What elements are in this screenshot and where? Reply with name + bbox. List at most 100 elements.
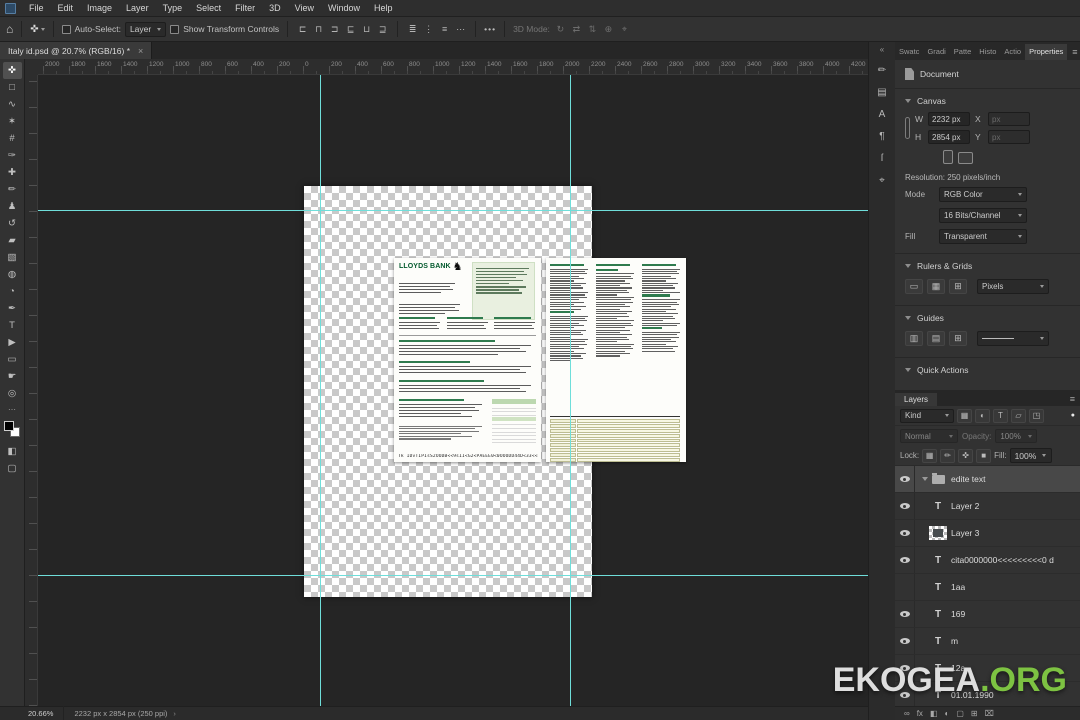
align-vertical-centers-icon[interactable]: ⊔: [360, 24, 373, 35]
screen-mode-icon[interactable]: ▢: [3, 460, 22, 477]
3d-scale-icon[interactable]: ⌖: [618, 24, 631, 35]
fill-opacity-dropdown[interactable]: 100%: [1009, 448, 1052, 463]
menu-select[interactable]: Select: [189, 3, 228, 13]
menu-layer[interactable]: Layer: [119, 3, 156, 13]
align-more-options-icon[interactable]: ⋯: [454, 24, 467, 35]
new-layer-icon[interactable]: ⊞: [971, 709, 978, 718]
align-bottom-edges-icon[interactable]: ⊒: [376, 24, 389, 35]
lock-image-pixels-icon[interactable]: ✏: [940, 448, 956, 463]
panel-tab-actio[interactable]: Actio: [1000, 44, 1025, 60]
layer-effects-icon[interactable]: fx: [917, 709, 923, 718]
portrait-orientation-button[interactable]: [943, 150, 953, 164]
new-guide-layout-icon[interactable]: ▥: [905, 331, 923, 346]
lasso-tool[interactable]: ∿: [3, 96, 22, 113]
zoom-tool[interactable]: ◎: [3, 385, 22, 402]
layer-row-edite-text[interactable]: edite text: [895, 466, 1080, 493]
auto-select-checkbox[interactable]: [61, 24, 71, 34]
collapse-panels-icon[interactable]: «: [880, 45, 884, 54]
panel-tab-gradi[interactable]: Gradi: [923, 44, 949, 60]
gradient-tool[interactable]: ▧: [3, 249, 22, 266]
layer-visibility-toggle[interactable]: [895, 628, 915, 654]
menu-view[interactable]: View: [288, 3, 321, 13]
toggle-grid-icon[interactable]: ▦: [927, 279, 945, 294]
link-layers-icon[interactable]: ∞: [904, 709, 910, 718]
link-dimensions-icon[interactable]: [905, 117, 910, 139]
brushes-panel-icon[interactable]: ✏: [878, 65, 886, 76]
type-tool[interactable]: T: [3, 317, 22, 334]
canvas-fill-dropdown[interactable]: Transparent: [939, 229, 1027, 244]
toggle-rulers-icon[interactable]: ▭: [905, 279, 923, 294]
layer-row-169[interactable]: T 169: [895, 601, 1080, 628]
canvas-width-input[interactable]: [928, 112, 970, 126]
close-tab-icon[interactable]: ×: [138, 46, 143, 56]
toolbar-more-icon[interactable]: ⋯: [8, 405, 16, 414]
lock-transparent-pixels-icon[interactable]: ▦: [922, 448, 938, 463]
layer-visibility-toggle[interactable]: [895, 601, 915, 627]
auto-select-target-dropdown[interactable]: Layer: [124, 21, 167, 37]
quick-selection-tool[interactable]: ✶: [3, 113, 22, 130]
distribute-horizontally-icon[interactable]: ≣: [406, 24, 419, 35]
opacity-dropdown[interactable]: 100%: [995, 429, 1038, 443]
home-icon[interactable]: ⌂: [6, 22, 13, 36]
clone-source-panel-icon[interactable]: ⌖: [879, 175, 885, 186]
marquee-tool[interactable]: □: [3, 79, 22, 96]
blend-mode-dropdown[interactable]: Normal: [900, 429, 958, 443]
layers-menu-icon[interactable]: ≡: [1065, 394, 1080, 406]
status-options-icon[interactable]: ›: [173, 709, 176, 718]
layer-visibility-toggle[interactable]: [895, 520, 915, 546]
pen-tool[interactable]: ✒: [3, 300, 22, 317]
layer-row-m[interactable]: Tm: [895, 628, 1080, 655]
layer-visibility-toggle[interactable]: [895, 493, 915, 519]
brush-settings-panel-icon[interactable]: ▤: [877, 87, 886, 98]
layer-row-layer-2[interactable]: T Layer 2: [895, 493, 1080, 520]
horizontal-guide[interactable]: [38, 575, 868, 576]
new-group-icon[interactable]: ▢: [956, 709, 964, 718]
menu-file[interactable]: File: [22, 3, 51, 13]
distribute-vertically-icon[interactable]: ⋮: [422, 24, 435, 35]
layer-visibility-toggle[interactable]: [895, 466, 915, 492]
layer-row-1aa[interactable]: T 1aa: [895, 574, 1080, 601]
filter-pixel-layers-icon[interactable]: ▦: [957, 408, 972, 423]
lock-position-icon[interactable]: ✜: [958, 448, 974, 463]
landscape-orientation-button[interactable]: [958, 152, 973, 164]
menu-filter[interactable]: Filter: [228, 3, 262, 13]
panel-menu-icon[interactable]: ≡: [1067, 47, 1080, 60]
clear-guides-icon[interactable]: ⊞: [949, 331, 967, 346]
canvas-height-input[interactable]: [928, 130, 970, 144]
snap-options-icon[interactable]: ⊞: [949, 279, 967, 294]
filter-shape-layers-icon[interactable]: ▱: [1011, 408, 1026, 423]
panel-tab-properties[interactable]: Properties: [1025, 44, 1068, 60]
zoom-level-field[interactable]: 20.66%: [28, 709, 53, 718]
guide-style-dropdown[interactable]: [977, 331, 1049, 346]
filter-adjustment-layers-icon[interactable]: ◐: [975, 408, 990, 423]
canvas-area[interactable]: LLOYDS BANK ♞ Tk IDvTIPIsS2OODB<<9sII<G2…: [38, 75, 868, 706]
add-layer-mask-icon[interactable]: ◧: [930, 709, 938, 718]
canvas-section-header[interactable]: Canvas: [895, 89, 1080, 109]
vertical-ruler[interactable]: [25, 75, 38, 706]
layer-row-cita0000000-0-d[interactable]: Tcita0000000<<<<<<<<<0 d: [895, 547, 1080, 574]
tool-preset-picker[interactable]: ✜: [30, 24, 45, 35]
layer-visibility-toggle[interactable]: [895, 574, 915, 600]
layers-tab[interactable]: Layers: [895, 393, 938, 406]
vertical-guide[interactable]: [570, 75, 571, 706]
foreground-color[interactable]: [4, 421, 14, 431]
blur-tool[interactable]: ◍: [3, 266, 22, 283]
vertical-guide[interactable]: [320, 75, 321, 706]
menu-help[interactable]: Help: [367, 3, 400, 13]
lock-all-icon[interactable]: ■: [976, 448, 992, 463]
color-mode-dropdown[interactable]: RGB Color: [939, 187, 1027, 202]
3d-rotate-icon[interactable]: ↻: [554, 24, 567, 35]
ruler-units-dropdown[interactable]: Pixels: [977, 279, 1049, 294]
eraser-tool[interactable]: ▰: [3, 232, 22, 249]
panel-tab-patte[interactable]: Patte: [950, 44, 976, 60]
paragraph-panel-icon[interactable]: ¶: [879, 131, 884, 142]
menu-image[interactable]: Image: [80, 3, 119, 13]
brush-tool[interactable]: ✏: [3, 181, 22, 198]
horizontal-ruler[interactable]: 2000 1800 1600 1400 1200 1000 800 600 400 200 0 200…: [38, 59, 868, 75]
document-tab[interactable]: Italy id.psd @ 20.7% (RGB/16) * ×: [0, 42, 153, 59]
healing-brush-tool[interactable]: ✚: [3, 164, 22, 181]
menu-window[interactable]: Window: [321, 3, 367, 13]
clone-stamp-tool[interactable]: ♟: [3, 198, 22, 215]
quick-mask-mode-icon[interactable]: ◧: [3, 443, 22, 460]
bit-depth-dropdown[interactable]: 16 Bits/Channel: [939, 208, 1027, 223]
